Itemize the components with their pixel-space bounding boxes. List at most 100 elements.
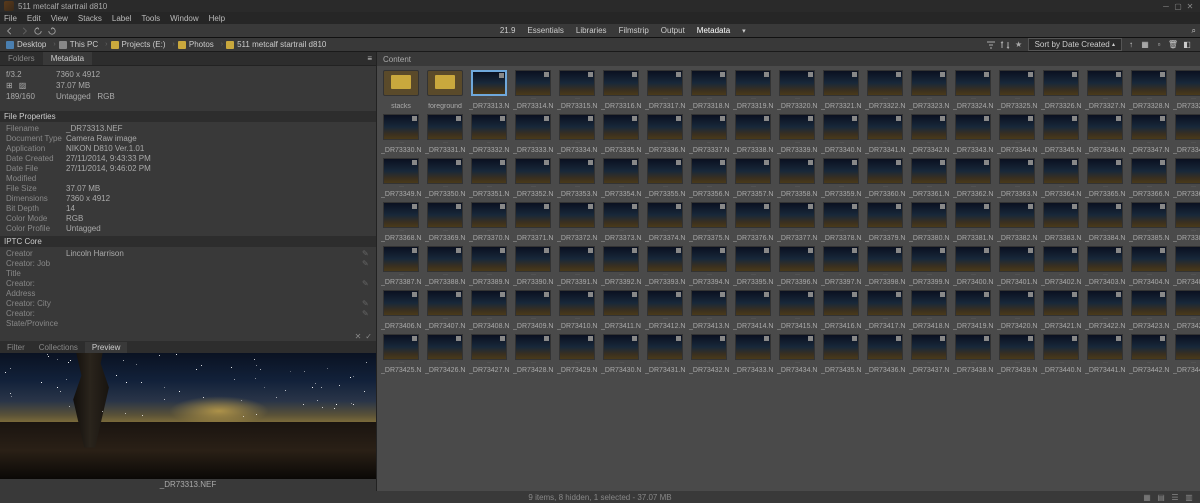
image-thumb[interactable]: · · · · ·_DR73390.NEF	[513, 246, 553, 286]
image-thumb[interactable]: · · · · ·_DR73318.NEF	[689, 70, 729, 110]
image-thumb[interactable]: · · · · ·_DR73422.NEF	[1085, 290, 1125, 330]
rating-dots[interactable]: · · · · ·	[751, 140, 756, 146]
breadcrumb-projects-e-[interactable]: Projects (E:)	[111, 40, 166, 49]
thumb-image[interactable]	[1175, 290, 1200, 316]
thumb-image[interactable]	[823, 334, 859, 360]
image-thumb[interactable]: · · · · ·_DR73345.NEF	[1041, 114, 1081, 154]
rating-dots[interactable]: · · · · ·	[531, 184, 536, 190]
image-thumb[interactable]: · · · · ·_DR73326.NEF	[1041, 70, 1081, 110]
view-detail-button[interactable]: ▥	[1184, 493, 1194, 502]
thumb-image[interactable]	[559, 290, 595, 316]
new-folder-button[interactable]: ▫	[1152, 39, 1166, 51]
image-thumb[interactable]: · · · · ·_DR73393.NEF	[645, 246, 685, 286]
rating-dots[interactable]: · · · · ·	[883, 140, 888, 146]
image-thumb[interactable]: · · · · ·_DR73414.NEF	[733, 290, 773, 330]
image-thumb[interactable]: · · · · ·_DR73359.NEF	[821, 158, 861, 198]
image-thumb[interactable]: · · · · ·_DR73410.NEF	[557, 290, 597, 330]
image-thumb[interactable]: · · · · ·_DR73442.NEF	[1129, 334, 1169, 374]
rating-dots[interactable]: · · · · ·	[443, 228, 448, 234]
rating-dots[interactable]: · · · · ·	[1191, 184, 1196, 190]
image-thumb[interactable]: · · · · ·_DR73343.NEF	[953, 114, 993, 154]
folder-icon[interactable]	[383, 70, 419, 96]
breadcrumb-511-metcalf-startrail-d810[interactable]: 511 metcalf startrail d810	[226, 40, 326, 49]
breadcrumb-photos[interactable]: Photos	[178, 40, 214, 49]
rating-dots[interactable]: · · · · ·	[531, 316, 536, 322]
rating-dots[interactable]: · · · · ·	[1191, 228, 1196, 234]
thumb-image[interactable]	[647, 334, 683, 360]
rating-dots[interactable]: · · · · ·	[795, 184, 800, 190]
rating-dots[interactable]: · · · · ·	[1191, 272, 1196, 278]
image-thumb[interactable]: · · · · ·_DR73392.NEF	[601, 246, 641, 286]
image-thumb[interactable]: · · · · ·_DR73402.NEF	[1041, 246, 1081, 286]
rating-dots[interactable]: · · · · ·	[575, 316, 580, 322]
thumb-image[interactable]	[999, 70, 1035, 96]
rating-dots[interactable]: · · · · ·	[1059, 228, 1064, 234]
rating-dots[interactable]: · · · · ·	[927, 228, 932, 234]
image-thumb[interactable]: · · · · ·_DR73357.NEF	[733, 158, 773, 198]
thumb-image[interactable]	[515, 158, 551, 184]
image-thumb[interactable]: · · · · ·_DR73412.NEF	[645, 290, 685, 330]
image-thumb[interactable]: · · · · ·_DR73372.NEF	[557, 202, 597, 242]
menu-tools[interactable]: Tools	[141, 14, 160, 23]
folder-thumb-stacks[interactable]: stacks	[381, 70, 421, 110]
thumb-image[interactable]	[1087, 290, 1123, 316]
rating-dots[interactable]: · · · · ·	[883, 96, 888, 102]
thumb-image[interactable]	[911, 158, 947, 184]
rating-dots[interactable]: · · · · ·	[443, 140, 448, 146]
workspace-output[interactable]: Output	[661, 26, 685, 35]
image-thumb[interactable]: · · · · ·_DR73398.NEF	[865, 246, 905, 286]
rating-dots[interactable]: · · · · ·	[927, 316, 932, 322]
thumb-image[interactable]	[1043, 290, 1079, 316]
image-thumb[interactable]: · · · · ·_DR73389.NEF	[469, 246, 509, 286]
image-thumb[interactable]: · · · · ·_DR73438.NEF	[953, 334, 993, 374]
rating-dots[interactable]: · · · · ·	[751, 184, 756, 190]
rating-dots[interactable]: · · · · ·	[399, 272, 404, 278]
rating-dots[interactable]: · · · · ·	[1103, 272, 1108, 278]
image-thumb[interactable]: · · · · ·_DR73400.NEF	[953, 246, 993, 286]
rating-dots[interactable]: · · · · ·	[707, 360, 712, 366]
thumb-image[interactable]	[735, 334, 771, 360]
image-thumb[interactable]: · · · · ·_DR73434.NEF	[777, 334, 817, 374]
image-thumb[interactable]: · · · · ·_DR73386.NEF	[1173, 202, 1200, 242]
image-thumb[interactable]: · · · · ·_DR73347.NEF	[1129, 114, 1169, 154]
menu-label[interactable]: Label	[112, 14, 132, 23]
thumb-image[interactable]	[867, 290, 903, 316]
image-thumb[interactable]: · · · · ·_DR73332.NEF	[469, 114, 509, 154]
maximize-button[interactable]: ▢	[1172, 2, 1184, 11]
image-thumb[interactable]: · · · · ·_DR73415.NEF	[777, 290, 817, 330]
filter-icon[interactable]	[984, 39, 998, 51]
image-thumb[interactable]: · · · · ·_DR73439.NEF	[997, 334, 1037, 374]
thumb-image[interactable]	[999, 114, 1035, 140]
menu-stacks[interactable]: Stacks	[78, 14, 102, 23]
workspace-essentials[interactable]: Essentials	[527, 26, 563, 35]
image-thumb[interactable]: · · · · ·_DR73394.NEF	[689, 246, 729, 286]
rating-dots[interactable]: · · · · ·	[1191, 360, 1196, 366]
rating-dots[interactable]: · · · · ·	[927, 140, 932, 146]
image-thumb[interactable]: · · · · ·_DR73360.NEF	[865, 158, 905, 198]
image-thumb[interactable]: · · · · ·_DR73417.NEF	[865, 290, 905, 330]
image-thumb[interactable]: · · · · ·_DR73388.NEF	[425, 246, 465, 286]
view-list-button[interactable]: ☰	[1170, 493, 1180, 502]
workspace-dropdown-icon[interactable]: ▾	[742, 27, 746, 35]
rating-dots[interactable]: · · · · ·	[399, 140, 404, 146]
thumb-image[interactable]	[1043, 158, 1079, 184]
rating-dots[interactable]: · · · · ·	[1059, 316, 1064, 322]
rating-dots[interactable]: · · · · ·	[531, 96, 536, 102]
rating-dots[interactable]: · · · · ·	[1103, 316, 1108, 322]
image-thumb[interactable]: · · · · ·_DR73350.NEF	[425, 158, 465, 198]
rating-dots[interactable]: · · · · ·	[795, 228, 800, 234]
rating-dots[interactable]: · · · · ·	[575, 272, 580, 278]
image-thumb[interactable]: · · · · ·_DR73315.NEF	[557, 70, 597, 110]
image-thumb[interactable]: · · · · ·_DR73363.NEF	[997, 158, 1037, 198]
close-panel-icon[interactable]: ✕	[355, 332, 362, 341]
rating-dots[interactable]: · · · · ·	[751, 272, 756, 278]
thumb-image[interactable]	[383, 246, 419, 272]
thumb-image[interactable]	[559, 246, 595, 272]
rating-dots[interactable]: · · · · ·	[663, 96, 668, 102]
thumb-image[interactable]	[603, 70, 639, 96]
rating-dots[interactable]: · · · · ·	[1059, 184, 1064, 190]
rating-dots[interactable]: · · · · ·	[487, 140, 492, 146]
image-thumb[interactable]: · · · · ·_DR73352.NEF	[513, 158, 553, 198]
thumb-image[interactable]	[911, 334, 947, 360]
rating-dots[interactable]: · · · · ·	[1059, 140, 1064, 146]
